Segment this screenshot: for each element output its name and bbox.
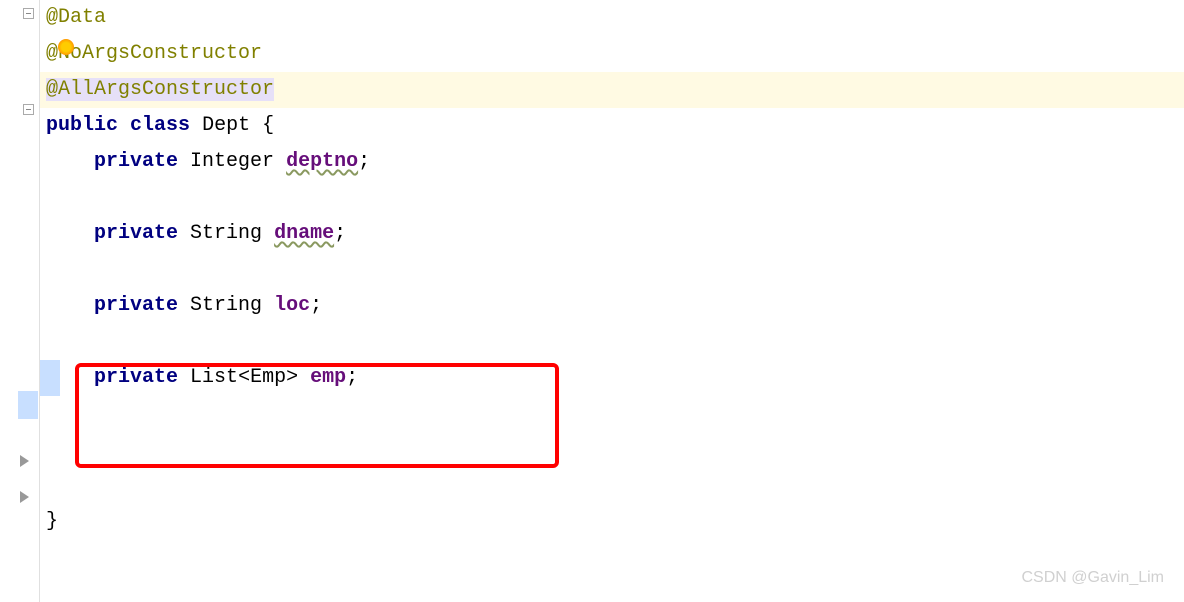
- code-line-empty: [40, 396, 1184, 432]
- code-line-empty: [40, 324, 1184, 360]
- annotation-data: @Data: [46, 6, 106, 29]
- code-line-empty: [40, 468, 1184, 504]
- keyword-private: private: [94, 222, 178, 245]
- field-deptno: deptno: [286, 150, 358, 173]
- code-line: private Integer deptno;: [40, 144, 1184, 180]
- semicolon: ;: [346, 366, 358, 389]
- code-line: public class Dept {: [40, 108, 1184, 144]
- field-loc: loc: [274, 294, 310, 317]
- code-editor-area[interactable]: @Data @NoArgsConstructor @AllArgsConstru…: [40, 0, 1184, 602]
- type-list: List: [190, 366, 238, 389]
- type-string: String: [190, 222, 262, 245]
- field-emp: emp: [310, 366, 346, 389]
- keyword-private: private: [94, 294, 178, 317]
- open-brace: {: [250, 114, 274, 137]
- class-name: Dept: [202, 114, 250, 137]
- code-line-empty: [40, 252, 1184, 288]
- generic-emp: <Emp>: [238, 366, 298, 389]
- semicolon: ;: [334, 222, 346, 245]
- code-line-empty: [40, 432, 1184, 468]
- keyword-private: private: [94, 150, 178, 173]
- annotation-allargs: @AllArgsConstructor: [46, 78, 274, 101]
- fold-marker-icon[interactable]: [22, 103, 34, 115]
- gutter: [0, 0, 40, 602]
- semicolon: ;: [358, 150, 370, 173]
- code-line: @Data: [40, 0, 1184, 36]
- annotation-noargs: @NoArgsConstructor: [46, 42, 262, 65]
- keyword-public: public: [46, 114, 118, 137]
- close-brace: }: [46, 510, 58, 533]
- type-integer: Integer: [190, 150, 274, 173]
- code-line: private String dname;: [40, 216, 1184, 252]
- code-line: @NoArgsConstructor: [40, 36, 1184, 72]
- line-selection-marker: [40, 360, 60, 396]
- code-line-highlighted: @AllArgsConstructor: [40, 72, 1184, 108]
- fold-marker-icon[interactable]: [22, 7, 34, 19]
- code-line: private String loc;: [40, 288, 1184, 324]
- run-marker-icon[interactable]: [18, 491, 30, 503]
- watermark-text: CSDN @Gavin_Lim: [1022, 569, 1165, 587]
- code-line: private List<Emp> emp;: [40, 360, 1184, 396]
- field-dname: dname: [274, 222, 334, 245]
- keyword-private: private: [94, 366, 178, 389]
- semicolon: ;: [310, 294, 322, 317]
- type-string: String: [190, 294, 262, 317]
- caret-line-indicator: [18, 391, 38, 419]
- run-marker-icon[interactable]: [18, 455, 30, 467]
- code-line-empty: [40, 180, 1184, 216]
- code-line: }: [40, 504, 1184, 540]
- keyword-class: class: [130, 114, 190, 137]
- lightbulb-icon[interactable]: [58, 39, 74, 55]
